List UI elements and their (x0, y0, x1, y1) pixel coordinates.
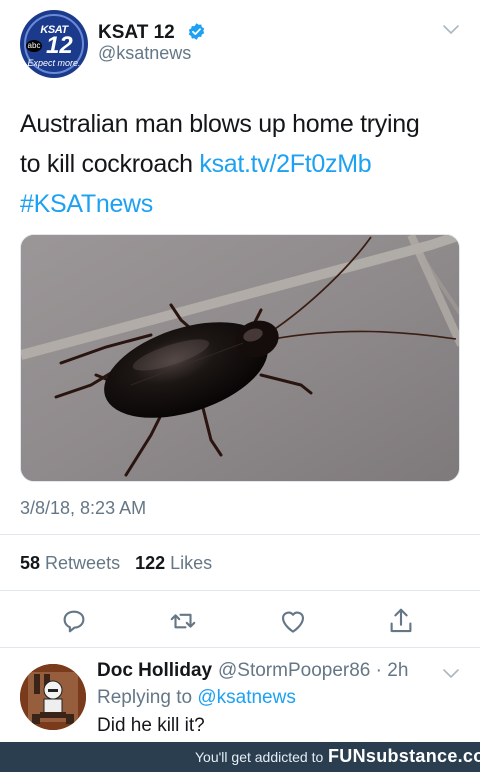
author-name[interactable]: KSAT 12 (98, 22, 175, 44)
tweet-stats: 58 Retweets 122 Likes (20, 553, 212, 574)
divider (0, 647, 480, 648)
retweets-label: Retweets (40, 553, 121, 573)
chevron-down-icon[interactable] (442, 668, 460, 680)
retweets-stat[interactable]: 58 Retweets (20, 553, 120, 573)
avatar-logo-number: 12 (46, 32, 73, 59)
author-avatar[interactable]: KSAT abc 12 Expect more. (20, 10, 88, 78)
watermark-footer: You'll get addicted to FUNsubstance.com (0, 742, 480, 772)
avatar-tagline: Expect more. (27, 58, 81, 68)
reply-avatar[interactable] (20, 664, 86, 730)
chevron-down-icon[interactable] (442, 24, 460, 36)
reply-icon[interactable] (59, 606, 89, 636)
likes-label: Likes (165, 553, 213, 573)
avatar-network-logo: abc (26, 40, 42, 52)
tweet-link[interactable]: ksat.tv/2Ft0zMb (199, 150, 371, 178)
stormtrooper-avatar-image (20, 664, 86, 730)
tweet-action-bar (0, 600, 480, 640)
replying-to-line: Replying to @ksatnews (97, 687, 296, 709)
author-handle[interactable]: @ksatnews (98, 43, 191, 64)
replying-to-prefix: Replying to (97, 687, 198, 708)
footer-brand-logo: FUNsubstance.com (328, 746, 480, 766)
tweet-photo[interactable] (20, 234, 460, 482)
reply-text: Did he kill it? (97, 715, 205, 736)
reply-author-name[interactable]: Doc Holliday (97, 660, 212, 682)
retweets-count: 58 (20, 553, 41, 573)
tweet-timestamp[interactable]: 3/8/18, 8:23 AM (20, 498, 146, 519)
verified-badge-icon (188, 23, 205, 40)
replying-to-handle-link[interactable]: @ksatnews (197, 687, 296, 708)
tweet-text-line: to kill cockroach (20, 150, 200, 178)
share-icon[interactable] (386, 606, 416, 636)
likes-count: 122 (135, 553, 166, 573)
retweet-icon[interactable] (168, 606, 198, 636)
footer-slogan: You'll get addicted to (195, 749, 324, 765)
likes-stat[interactable]: 122 Likes (135, 553, 212, 573)
hashtag-link[interactable]: #KSATnews (20, 190, 153, 218)
reply-tweet[interactable]: Doc Holliday @StormPooper86 · 2h Replyin… (0, 652, 480, 742)
divider (0, 534, 480, 535)
tweet-text: Australian man blows up home trying to k… (20, 104, 470, 224)
cockroach-photo-image (21, 235, 459, 481)
like-heart-icon[interactable] (278, 606, 308, 636)
tweet-text-line: Australian man blows up home trying (20, 110, 420, 138)
tweet-header: KSAT abc 12 Expect more. KSAT 12 @ksatne… (0, 0, 480, 90)
reply-author-handle[interactable]: @StormPooper86 · 2h (218, 660, 408, 682)
divider (0, 590, 480, 591)
